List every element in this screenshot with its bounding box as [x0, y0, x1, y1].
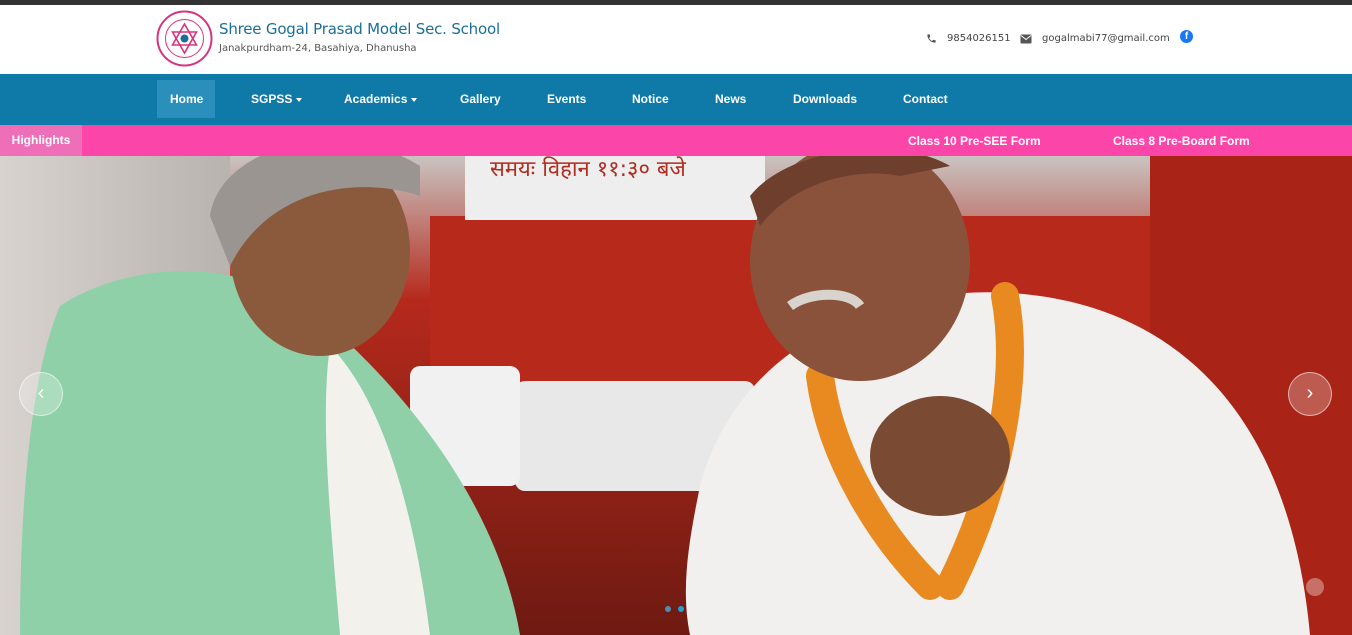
slider-indicator-1[interactable] — [665, 606, 671, 612]
nav-item-notice[interactable]: Notice — [619, 80, 682, 118]
facebook-icon[interactable]: f — [1180, 30, 1193, 43]
caret-down-icon — [411, 97, 418, 102]
main-navigation: Home SGPSS Academics Gallery Events Noti… — [0, 74, 1352, 125]
phone-contact[interactable]: 9854026151 — [926, 33, 1011, 44]
nav-item-sgpss[interactable]: SGPSS — [238, 80, 315, 118]
phone-number: 9854026151 — [947, 33, 1011, 44]
site-header: Shree Gogal Prasad Model Sec. School Jan… — [0, 5, 1352, 74]
nav-item-news[interactable]: News — [702, 80, 759, 118]
hero-slider: समयः विहान ११:३० बजे ‹ › — [0, 156, 1352, 635]
nav-item-downloads[interactable]: Downloads — [780, 80, 870, 118]
highlights-bar: Highlights Class 10 Pre-SEE Form Class 8… — [0, 125, 1352, 156]
slider-prev-button[interactable]: ‹ — [19, 372, 63, 416]
email-contact[interactable]: gogalmabi77@gmail.com — [1020, 33, 1170, 44]
nav-item-contact[interactable]: Contact — [890, 80, 961, 118]
nav-item-gallery[interactable]: Gallery — [447, 80, 514, 118]
highlight-link[interactable]: Class 10 Pre-SEE Form — [908, 125, 1041, 156]
nav-item-home[interactable]: Home — [157, 80, 215, 118]
scroll-top-icon[interactable] — [1306, 578, 1324, 596]
highlights-label: Highlights — [0, 125, 82, 156]
school-emblem-icon[interactable] — [156, 10, 213, 67]
slider-next-button[interactable]: › — [1288, 372, 1332, 416]
caret-down-icon — [296, 97, 303, 102]
chevron-left-icon: ‹ — [37, 382, 45, 404]
phone-icon — [927, 34, 936, 43]
school-address: Janakpurdham-24, Basahiya, Dhanusha — [219, 43, 417, 54]
chevron-right-icon: › — [1306, 382, 1314, 404]
email-address: gogalmabi77@gmail.com — [1042, 33, 1170, 44]
highlight-link[interactable]: Class 8 Pre-Board Form — [1113, 125, 1250, 156]
nav-item-academics[interactable]: Academics — [331, 80, 430, 118]
slider-indicator-2[interactable] — [678, 606, 684, 612]
school-name[interactable]: Shree Gogal Prasad Model Sec. School — [219, 20, 500, 38]
slide-photo: समयः विहान ११:३० बजे — [0, 156, 1352, 635]
banner-text: समयः विहान ११:३० बजे — [490, 156, 686, 182]
envelope-icon — [1020, 34, 1032, 43]
nav-item-events[interactable]: Events — [534, 80, 599, 118]
